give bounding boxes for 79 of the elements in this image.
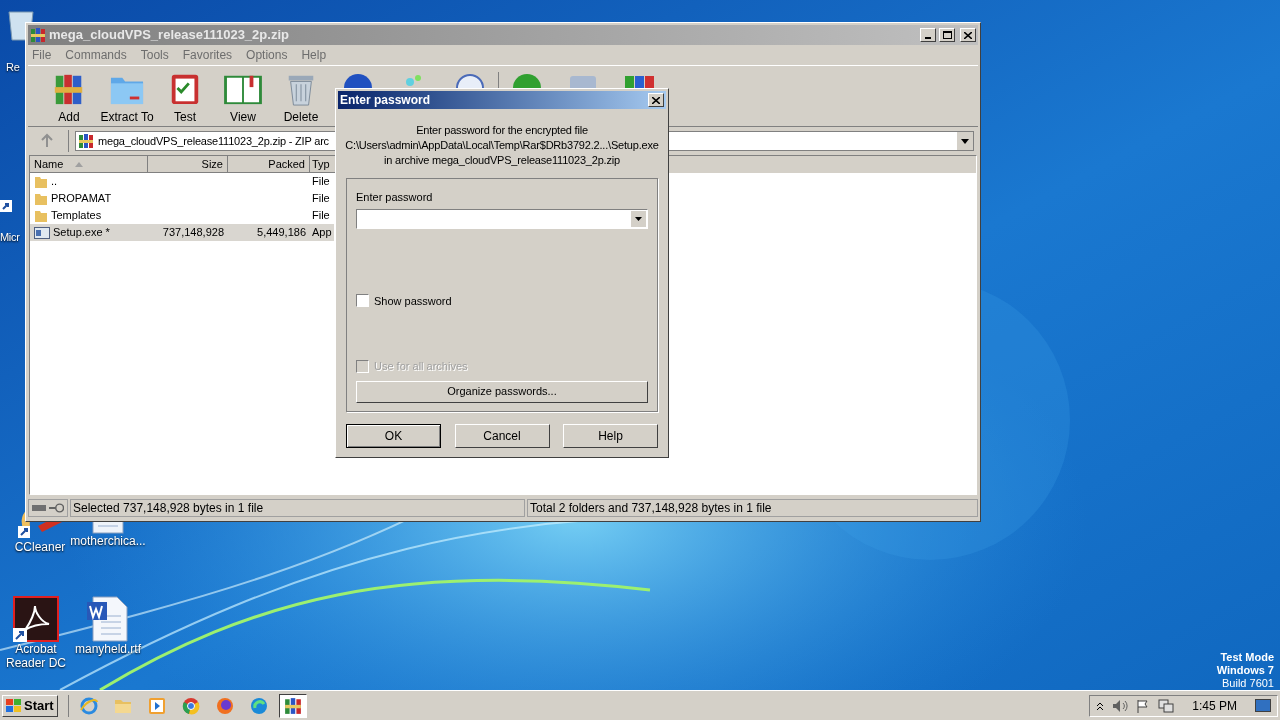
show-desktop-icon[interactable]	[1255, 698, 1271, 713]
minimize-icon	[925, 37, 931, 39]
close-button[interactable]	[648, 93, 664, 107]
program-icon	[34, 225, 50, 240]
dialog-title: Enter password	[340, 92, 431, 109]
dialog-button[interactable]: Cancel	[454, 424, 550, 448]
column-header[interactable]: Name	[30, 156, 148, 173]
desktop-icon-label[interactable]: Micr	[0, 230, 20, 244]
word-document-icon	[85, 596, 131, 642]
desktop-icon-label[interactable]: manyheld.rtf	[75, 642, 141, 656]
folder-icon	[34, 174, 48, 189]
start-button[interactable]: Start	[2, 694, 58, 717]
sort-arrow-icon	[75, 161, 84, 167]
maximize-button[interactable]	[939, 28, 955, 42]
toolbar-button[interactable]: Extract To	[100, 72, 154, 126]
menu-item[interactable]: Options	[246, 46, 288, 64]
type-cell: File	[312, 192, 330, 205]
checkbox[interactable]	[356, 294, 369, 308]
column-header[interactable]: Packed	[228, 156, 310, 173]
checkbox-label[interactable]: Show password	[374, 292, 452, 309]
folder-icon	[34, 208, 48, 223]
flag-icon[interactable]	[1136, 698, 1151, 713]
archive-icon	[283, 696, 302, 715]
system-text: Build 7601	[1222, 677, 1274, 690]
type-cell: App	[312, 226, 332, 239]
minimize-button[interactable]	[920, 28, 936, 42]
dialog-button[interactable]: OK	[346, 424, 441, 448]
system-text: Windows 7	[1216, 664, 1274, 677]
file-row[interactable]: Templates File	[30, 207, 334, 224]
message-text: C:\Users\admin\AppData\Local\Temp\Rar$DRb3792.2...\Setup.exe	[345, 138, 659, 153]
toolbar-button[interactable]: Test	[158, 72, 212, 126]
close-icon	[964, 31, 972, 39]
dropdown-icon[interactable]	[957, 132, 973, 150]
file-row[interactable]: PROPAMAT File	[30, 190, 334, 207]
dropdown-icon[interactable]	[631, 210, 646, 227]
maximize-icon	[942, 31, 952, 39]
password-field[interactable]	[356, 208, 648, 229]
acrobat-icon	[13, 596, 59, 642]
file-name: ..	[51, 174, 58, 190]
dialog-button[interactable]: Help	[563, 424, 658, 448]
drive-icon	[32, 505, 46, 511]
size-cell: 737,148,928	[162, 226, 224, 239]
file-name: Templates	[51, 208, 102, 224]
toolbar-button[interactable]: View	[216, 72, 270, 126]
menu-item[interactable]: Tools	[140, 46, 169, 64]
menu-item[interactable]: Commands	[65, 46, 127, 64]
file-row[interactable]: Setup.exe * 737,148,928 5,449,186 App	[30, 224, 334, 241]
organize-button[interactable]: Organize passwords...	[356, 380, 648, 403]
desktop-icon-label[interactable]: Acrobat Reader DC	[4, 642, 68, 670]
column-header[interactable]: Size	[148, 156, 228, 173]
taskbar-app[interactable]	[278, 693, 307, 718]
windows-logo-icon	[6, 698, 22, 713]
file-row[interactable]: .. File	[30, 173, 334, 190]
file-name: Setup.exe *	[53, 225, 110, 241]
network-icon[interactable]	[1158, 698, 1175, 713]
status-text: Selected 737,148,928 bytes in 1 file	[70, 499, 525, 517]
archive-icon	[78, 133, 94, 149]
close-button[interactable]	[960, 28, 976, 42]
toolbar-button[interactable]: Delete	[274, 72, 328, 126]
type-cell: File	[312, 175, 330, 188]
chevron-up-icon[interactable]	[1096, 700, 1105, 711]
archive-icon	[30, 27, 46, 43]
file-name: PROPAMAT	[51, 191, 112, 207]
desktop-icon-label[interactable]: motherchica...	[70, 534, 146, 548]
shortcut-icon	[0, 200, 12, 212]
desktop-icon-label[interactable]: CCleaner	[14, 540, 66, 554]
window-title: mega_cloudVPS_release111023_2p.zip	[49, 26, 289, 45]
type-cell: File	[312, 209, 330, 222]
toolbar-button[interactable]: Add	[42, 72, 96, 126]
folder-icon	[34, 191, 48, 206]
message-text: in archive mega_cloudVPS_release111023_2p.zip	[384, 153, 620, 168]
speaker-icon[interactable]	[1112, 698, 1129, 713]
field-label: Enter password	[356, 190, 434, 205]
system-text: Test Mode	[1220, 651, 1274, 664]
status-text: Total 2 folders and 737,148,928 bytes in 1 file	[527, 499, 978, 517]
close-icon	[652, 96, 660, 104]
desktop-icon-label[interactable]: Re	[6, 60, 20, 74]
packed-cell: 5,449,186	[257, 226, 306, 239]
key-icon	[48, 503, 64, 513]
